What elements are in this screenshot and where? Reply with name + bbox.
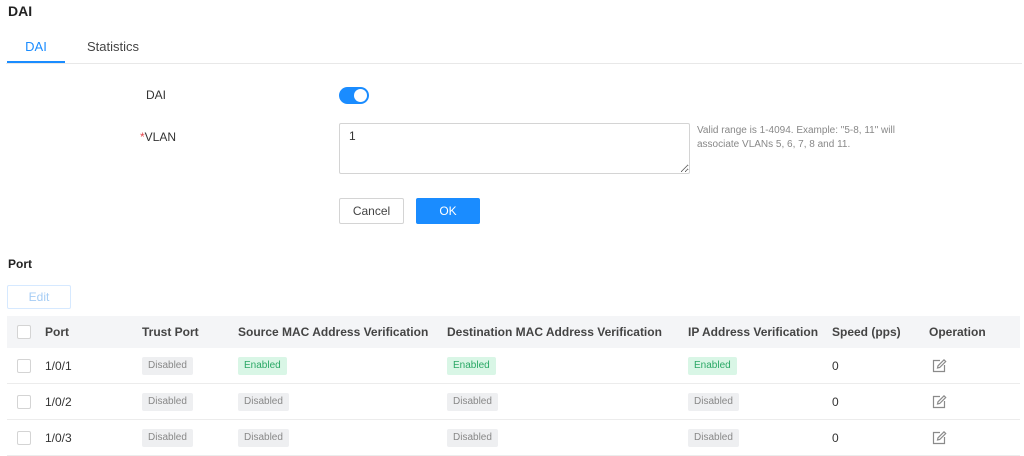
cancel-button[interactable]: Cancel [339,198,404,224]
table-row: 1/0/2 Disabled Disabled Disabled Disable… [7,383,1020,420]
status-badge: Enabled [238,356,287,375]
dai-label: DAI [146,88,167,102]
ok-button[interactable]: OK [416,198,480,224]
table-header-row: Port Trust Port Source MAC Address Verif… [7,316,1020,348]
column-header-trust-port: Trust Port [142,316,238,348]
row-checkbox[interactable] [17,358,31,373]
row-checkbox[interactable] [17,394,31,409]
column-header-ip-verification: IP Address Verification [688,316,832,348]
port-cell: 1/0/3 [45,419,142,456]
dai-toggle[interactable] [339,87,369,104]
status-badge: Enabled [688,356,737,375]
vlan-input[interactable]: 1 [339,123,690,174]
status-badge: Disabled [142,392,193,411]
tab-dai[interactable]: DAI [7,32,65,63]
status-badge: Disabled [238,428,289,447]
edit-icon[interactable] [931,430,947,446]
tab-statistics[interactable]: Statistics [72,32,154,63]
status-badge: Disabled [447,392,498,411]
tab-bar: DAI Statistics [6,32,1022,64]
column-header-operation: Operation [929,316,1020,348]
status-badge: Disabled [688,428,739,447]
port-cell: 1/0/2 [45,383,142,420]
select-all-checkbox[interactable] [17,325,31,340]
toggle-knob [354,89,367,102]
speed-cell: 0 [832,419,929,456]
edit-icon[interactable] [931,358,947,374]
status-badge: Disabled [142,428,193,447]
column-header-destination-mac: Destination MAC Address Verification [447,316,688,348]
status-badge: Disabled [447,428,498,447]
speed-cell: 0 [832,348,929,384]
status-badge: Enabled [447,356,496,375]
row-checkbox[interactable] [17,430,31,445]
port-table: Port Trust Port Source MAC Address Verif… [7,316,1020,456]
port-cell: 1/0/1 [45,348,142,384]
speed-cell: 0 [832,383,929,420]
column-header-port: Port [45,316,142,348]
port-section-title: Port [8,257,32,271]
page-title: DAI [8,3,33,19]
vlan-label: VLAN [144,130,177,144]
status-badge: Disabled [142,356,193,375]
table-row: 1/0/3 Disabled Disabled Disabled Disable… [7,419,1020,456]
edit-icon[interactable] [931,394,947,410]
status-badge: Disabled [688,392,739,411]
column-header-speed: Speed (pps) [832,316,929,348]
edit-button[interactable]: Edit [7,285,71,309]
vlan-label-wrapper: *VLAN [140,130,176,144]
table-row: 1/0/1 Disabled Enabled Enabled Enabled 0 [7,348,1020,384]
vlan-hint: Valid range is 1-4094. Example: "5-8, 11… [697,125,895,150]
column-header-source-mac: Source MAC Address Verification [238,316,447,348]
status-badge: Disabled [238,392,289,411]
